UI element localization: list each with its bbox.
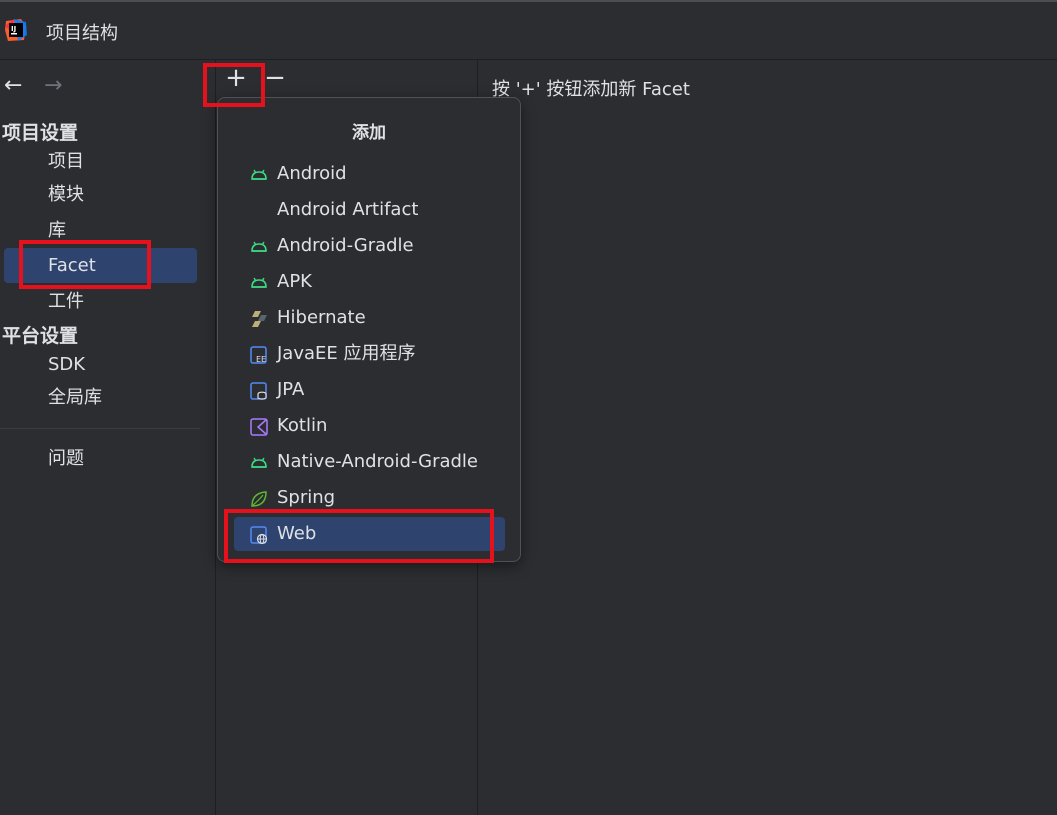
sidebar-item-artifacts[interactable]: 工件 (4, 284, 197, 319)
title-bar: IJ 项目结构 (0, 0, 1057, 60)
popup-item-kotlin[interactable]: Kotlin (234, 409, 505, 443)
sidebar-item-sdk[interactable]: SDK (4, 347, 197, 382)
add-facet-popup: 添加 Android Android Artifact Android-Grad… (217, 97, 521, 562)
window-title: 项目结构 (46, 23, 118, 44)
popup-item-android-artifact[interactable]: Android Artifact (234, 193, 505, 227)
javaee-icon: EE (250, 346, 267, 364)
sidebar-item-facet[interactable]: Facet (4, 248, 197, 283)
sidebar-item-global-libraries[interactable]: 全局库 (4, 380, 197, 415)
project-settings-header: 项目设置 (2, 122, 79, 144)
platform-settings-header: 平台设置 (2, 325, 79, 347)
sidebar-divider (0, 428, 200, 429)
android-icon (251, 457, 267, 468)
popup-item-apk[interactable]: APK (234, 265, 505, 299)
sidebar-divider-line (215, 60, 216, 815)
android-icon (251, 241, 267, 252)
sidebar-item-modules[interactable]: 模块 (4, 177, 197, 212)
popup-item-web[interactable]: Web (234, 517, 505, 551)
popup-item-label: Hibernate (277, 307, 366, 328)
popup-item-label: Kotlin (277, 415, 328, 436)
popup-item-android-gradle[interactable]: Android-Gradle (234, 229, 505, 263)
empty-state-hint: 按 '+' 按钮添加新 Facet (492, 79, 690, 100)
popup-item-label: Android-Gradle (277, 235, 414, 256)
add-button[interactable]: + (223, 65, 249, 92)
popup-item-label: Android Artifact (277, 199, 419, 220)
forward-arrow-icon[interactable]: → (44, 74, 62, 98)
sidebar-item-libraries[interactable]: 库 (4, 213, 197, 248)
spring-icon (251, 491, 267, 507)
sidebar-item-problems[interactable]: 问题 (4, 441, 197, 476)
popup-item-label: JavaEE 应用程序 (277, 343, 416, 364)
popup-title: 添加 (352, 123, 386, 143)
web-icon (250, 526, 268, 545)
jpa-icon (250, 382, 267, 400)
popup-item-hibernate[interactable]: Hibernate (234, 301, 505, 335)
popup-item-label: Native-Android-Gradle (277, 451, 479, 472)
android-icon (251, 277, 267, 288)
hibernate-icon (252, 311, 267, 327)
popup-item-label: APK (277, 271, 312, 292)
popup-item-android[interactable]: Android (234, 157, 505, 191)
remove-button[interactable]: − (262, 65, 288, 92)
android-icon (251, 169, 267, 180)
popup-item-spring[interactable]: Spring (234, 481, 505, 515)
kotlin-icon (250, 418, 268, 436)
popup-item-label: Android (277, 163, 347, 184)
popup-item-jpa[interactable]: JPA (234, 373, 505, 407)
popup-item-javaee[interactable]: EE JavaEE 应用程序 (234, 337, 505, 371)
popup-item-label: Web (277, 523, 317, 544)
javaee-icon-text: EE (256, 355, 266, 364)
intellij-logo-icon: IJ (5, 19, 27, 41)
popup-item-native-android-gradle[interactable]: Native-Android-Gradle (234, 445, 505, 479)
popup-item-label: Spring (277, 487, 336, 508)
svg-text:IJ: IJ (11, 25, 16, 33)
sidebar-item-project[interactable]: 项目 (4, 144, 197, 179)
popup-item-label: JPA (277, 379, 305, 400)
back-arrow-icon[interactable]: ← (4, 74, 22, 98)
